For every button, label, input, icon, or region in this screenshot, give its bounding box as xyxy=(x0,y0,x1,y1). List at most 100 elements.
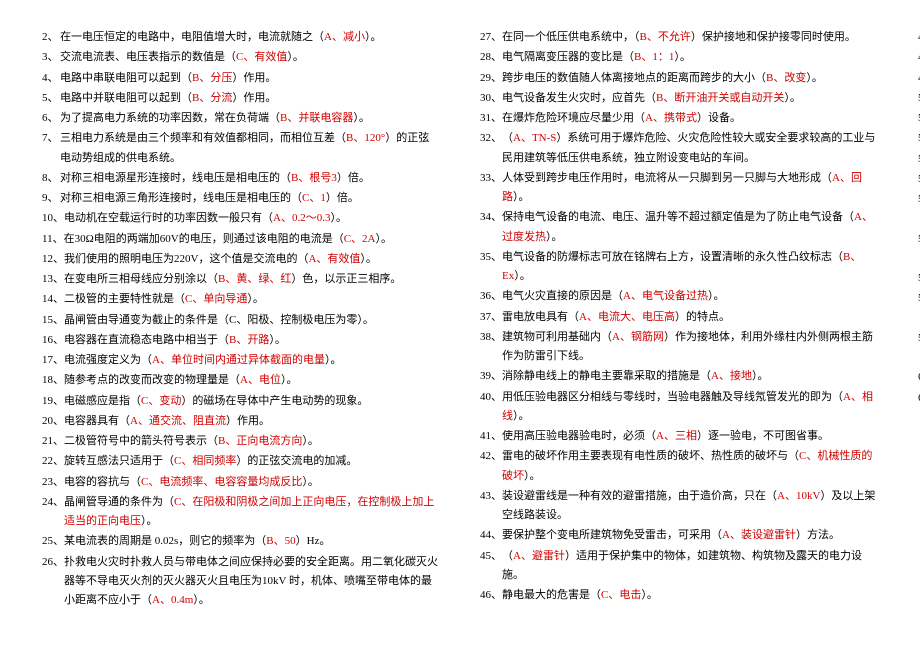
item-text: 为了提高电力系统的功率因数，常在负荷端（B、并联电容器）。 xyxy=(60,109,440,128)
question-text: 用低压验电器区分相线与零线时，当验电器触及导线氖管发光的即为（ xyxy=(502,391,843,403)
answer-text: B、改变 xyxy=(766,72,806,84)
question-text: 电气火灾直接的原因是（ xyxy=(502,290,623,302)
answer-text: A、0.4m xyxy=(152,594,193,606)
item-number: 11、 xyxy=(42,230,64,249)
item-text: 雷电的破坏作用主要表现有电性质的破坏、热性质的破坏与（C、机械性质的破坏）。 xyxy=(502,447,878,486)
question-text: ）作用。 xyxy=(226,415,270,427)
question-item: 29、跨步电压的数值随人体离接地点的距离而跨步的大小（B、改变）。 xyxy=(480,69,878,88)
question-item: 14、二极管的主要特性就是（C、单向导通）。 xyxy=(42,290,440,309)
question-item: 11、在30Ω电阻的两端加60V的电压，则通过该电阻的电流是（C、2A）。 xyxy=(42,230,440,249)
question-item: 7、三相电力系统是由三个频率和有效值都相同，而相位互差（B、120°）的正弦电动… xyxy=(42,129,440,168)
answer-text: B、根号3 xyxy=(291,172,337,184)
question-text: ）。 xyxy=(302,435,319,447)
question-text: ）。 xyxy=(641,589,658,601)
item-text: （A、避雷针）适用于保护集中的物体，如建筑物、构筑物及露天的电力设施。 xyxy=(502,547,878,586)
question-text: ）。 xyxy=(141,515,158,527)
answer-text: B、黄、绿、红 xyxy=(218,273,291,285)
question-text: 电气设备的防爆标志可放在铭牌右上方，设置清晰的永久性凸纹标志（ xyxy=(502,251,843,263)
question-text: ）作用。 xyxy=(232,92,276,104)
answer-text: A、0.2～0.3 xyxy=(273,212,330,224)
question-text: 要保护整个变电所建筑物免受雷击，可采用（ xyxy=(502,529,722,541)
question-text: ）。 xyxy=(281,374,298,386)
question-text: 某电流表的周期是 0.02s，则它的频率为（ xyxy=(64,535,266,547)
question-text: ）。 xyxy=(546,231,563,243)
question-text: 跨步电压的数值随人体离接地点的距离而跨步的大小（ xyxy=(502,72,766,84)
question-item: 5、电路中并联电阻可以起到（B、分流）作用。 xyxy=(42,89,440,108)
item-number: 32、 xyxy=(480,129,502,168)
answer-text: B、开路 xyxy=(229,334,269,346)
item-number: 25、 xyxy=(42,532,64,551)
answer-text: B、不允许 xyxy=(640,31,691,43)
item-number: 35、 xyxy=(480,248,502,287)
question-item: 35、电气设备的防爆标志可放在铭牌右上方，设置清晰的永久性凸纹标志（B、Ex）。 xyxy=(480,248,878,287)
question-list: 2、在一电压恒定的电路中，电阻值增大时，电流就随之（A、减小）。3、交流电流表、… xyxy=(42,28,920,623)
item-text: （A、TN-S）系统可用于爆炸危险、火灾危险性较大或安全要求较高的工业与民用建筑… xyxy=(502,129,878,168)
question-item: 23、电容的容抗与（C、电流频率、电容容量均成反比）。 xyxy=(42,473,440,492)
question-text: 静电最大的危害是（ xyxy=(502,589,601,601)
item-number: 45、 xyxy=(480,547,502,586)
item-number: 38、 xyxy=(480,328,502,367)
question-text: 电气设备发生火灾时，应首先（ xyxy=(502,92,656,104)
item-number: 46、 xyxy=(480,586,502,605)
answer-text: A、单位时间内通过异体截面的电量 xyxy=(152,354,325,366)
question-item: 40、用低压验电器区分相线与零线时，当验电器触及导线氖管发光的即为（A、相线）。 xyxy=(480,388,878,427)
question-text: ）。 xyxy=(674,51,691,63)
item-text: 电路中串联电阻可以起到（B、分压）作用。 xyxy=(60,69,440,88)
question-text: ）。 xyxy=(752,370,769,382)
question-item: 21、二极管符号中的箭头符号表示（B、正向电流方向）。 xyxy=(42,432,440,451)
item-text: 在一电压恒定的电路中，电阻值增大时，电流就随之（A、减小）。 xyxy=(60,28,440,47)
item-number: 4、 xyxy=(42,69,60,88)
question-text: 二极管的主要特性就是（ xyxy=(64,293,185,305)
item-number: 18、 xyxy=(42,371,64,390)
question-item: 32、（A、TN-S）系统可用于爆炸危险、火灾危险性较大或安全要求较高的工业与民… xyxy=(480,129,878,168)
question-item: 39、消除静电线上的静电主要靠采取的措施是（A、接地）。 xyxy=(480,367,878,386)
item-text: 二极管的主要特性就是（C、单向导通）。 xyxy=(64,290,440,309)
answer-text: A、电气设备过热 xyxy=(623,290,708,302)
question-text: 电容器具有（ xyxy=(64,415,130,427)
item-number: 24、 xyxy=(42,493,64,532)
item-text: 跨步电压的数值随人体离接地点的距离而跨步的大小（B、改变）。 xyxy=(502,69,878,88)
question-text: 雷电的破坏作用主要表现有电性质的破坏、热性质的破坏与（ xyxy=(502,450,799,462)
question-text: ）。 xyxy=(513,191,530,203)
item-number: 41、 xyxy=(480,427,502,446)
question-item: 30、电气设备发生火灾时，应首先（B、断开油开关或自动开关）。 xyxy=(480,89,878,108)
question-text: ）作用。 xyxy=(232,72,276,84)
item-number: 39、 xyxy=(480,367,502,386)
item-text: 三相电力系统是由三个频率和有效值都相同，而相位互差（B、120°）的正弦电动势组… xyxy=(60,129,440,168)
question-item: 24、晶闸管导通的条件为（C、在阳极和阴极之间加上正向电压，在控制极上加上适当的… xyxy=(42,493,440,532)
item-text: 旋转互感法只适用于（C、相同频率）的正弦交流电的加减。 xyxy=(64,452,440,471)
item-text: 人体受到跨步电压作用时，电流将从一只脚到另一只脚与大地形成（A、回路）。 xyxy=(502,169,878,208)
question-text: 雷电放电具有（ xyxy=(502,311,579,323)
question-text: 为了提高电力系统的功率因数，常在负荷端（ xyxy=(60,112,280,124)
item-number: 23、 xyxy=(42,473,64,492)
question-text: ）逐一验电，不可图省事。 xyxy=(697,430,829,442)
answer-text: B、1：1 xyxy=(634,51,674,63)
question-text: ）倍。 xyxy=(326,192,359,204)
answer-text: A、10kV xyxy=(777,490,820,502)
item-text: 静电最大的危害是（C、电击）。 xyxy=(502,586,878,605)
question-text: ）方法。 xyxy=(796,529,840,541)
answer-text: A、电流大、电压高 xyxy=(579,311,675,323)
answer-text: C、相同频率 xyxy=(174,455,236,467)
question-item: 33、人体受到跨步电压作用时，电流将从一只脚到另一只脚与大地形成（A、回路）。 xyxy=(480,169,878,208)
item-text: 在变电所三相母线应分别涂以（B、黄、绿、红）色，以示正三相序。 xyxy=(64,270,440,289)
item-text: 使用高压验电器验电时，必须（A、三相）逐一验电，不可图省事。 xyxy=(502,427,878,446)
item-text: 电流强度定义为（A、单位时间内通过异体截面的电量）。 xyxy=(64,351,440,370)
item-text: 保持电气设备的电流、电压、温升等不超过额定值是为了防止电气设备（A、过度发热）。 xyxy=(502,208,878,247)
item-number: 43、 xyxy=(480,487,502,526)
item-text: 晶闸管导通的条件为（C、在阳极和阴极之间加上正向电压，在控制极上加上适当的正向电… xyxy=(64,493,440,532)
question-text: 在变电所三相母线应分别涂以（ xyxy=(64,273,218,285)
item-number: 5、 xyxy=(42,89,60,108)
question-text: ）。 xyxy=(353,112,370,124)
answer-text: A、减小 xyxy=(324,31,365,43)
item-text: 在30Ω电阻的两端加60V的电压，则通过该电阻的电流是（C、2A）。 xyxy=(64,230,440,249)
answer-text: A、钢筋网 xyxy=(612,331,664,343)
question-text: ）。 xyxy=(514,270,531,282)
answer-text: C、电击 xyxy=(601,589,641,601)
answer-text: C、电流频率、电容容量均成反比 xyxy=(141,476,302,488)
question-text: 保持电气设备的电流、电压、温升等不超过额定值是为了防止电气设备（ xyxy=(502,211,854,223)
question-text: 扑救电火灾时扑救人员与带电体之间应保持必要的安全距离。用二氧化碳灭火器等不导电灭… xyxy=(64,556,438,607)
question-item: 28、电气隔离变压器的变比是（B、1：1）。 xyxy=(480,48,878,67)
answer-text: C、有效值 xyxy=(236,51,287,63)
question-text: 在30Ω电阻的两端加60V的电压，则通过该电阻的电流是（ xyxy=(64,233,344,245)
